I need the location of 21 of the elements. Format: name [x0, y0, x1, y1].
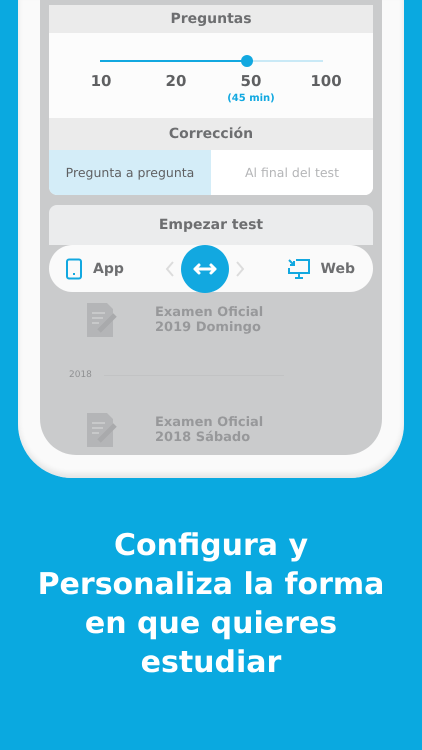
swap-handle-icon[interactable]	[181, 244, 230, 292]
tick-label[interactable]: 10	[90, 72, 112, 90]
app-option[interactable]: App	[65, 258, 124, 280]
promo-caption: Configura y Personaliza la forma en que quieres estudiar	[36, 527, 386, 682]
start-header: Empezar test	[158, 216, 264, 235]
tick-label[interactable]: 100	[310, 72, 342, 90]
chevron-left-icon	[165, 260, 176, 278]
monitor-icon	[286, 258, 311, 280]
duration-label: (45 min)	[227, 93, 275, 104]
section-header: Corrección	[49, 118, 373, 150]
segment-tab[interactable]: Pregunta a pregunta	[49, 150, 211, 195]
tick-label[interactable]: 20	[166, 72, 186, 90]
document-icon	[85, 301, 119, 339]
document-icon	[85, 411, 119, 449]
slider-thumb[interactable]	[241, 55, 254, 67]
chevron-right-icon	[235, 260, 246, 278]
web-option[interactable]: Web	[286, 258, 355, 280]
section-header: Preguntas	[49, 5, 373, 33]
tick-label[interactable]: 50	[240, 72, 262, 90]
year-label: 2018	[69, 370, 92, 380]
tablet-icon	[65, 258, 83, 280]
